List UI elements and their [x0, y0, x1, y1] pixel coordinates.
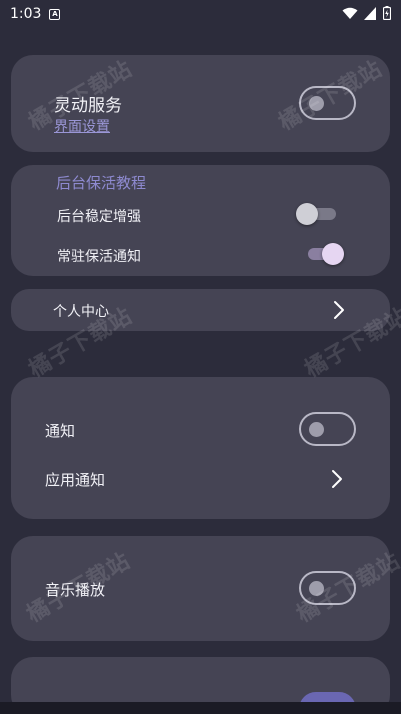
chevron-right-icon [334, 301, 344, 319]
background-enhance-switch[interactable] [296, 202, 340, 226]
navigation-bar [0, 702, 401, 714]
status-bar: 1:03 A [0, 0, 401, 28]
dynamic-service-card: 灵动服务 界面设置 [11, 55, 390, 152]
background-tutorial-title[interactable]: 后台保活教程 [56, 172, 146, 193]
notification-label: 通知 [45, 422, 76, 440]
dynamic-service-toggle[interactable] [299, 86, 356, 120]
switch-thumb [322, 243, 344, 265]
chevron-right-icon[interactable] [330, 468, 344, 490]
battery-icon [383, 6, 391, 20]
persistent-notification-switch[interactable] [304, 242, 344, 266]
status-time: 1:03 [10, 6, 42, 22]
dynamic-service-title: 灵动服务 [54, 96, 122, 116]
toggle-knob [309, 96, 324, 111]
background-keepalive-card: 后台保活教程 后台稳定增强 常驻保活通知 [11, 165, 390, 276]
music-playback-toggle[interactable] [299, 571, 356, 605]
notification-card: 通知 应用通知 [11, 377, 390, 519]
sim-badge: A [49, 8, 61, 20]
persistent-notification-label: 常驻保活通知 [57, 249, 141, 265]
background-enhance-label: 后台稳定增强 [57, 209, 141, 225]
toggle-knob [309, 422, 324, 437]
status-icons [342, 6, 391, 20]
music-playback-card: 音乐播放 [11, 536, 390, 641]
toggle-knob [309, 581, 324, 596]
app-notification-label[interactable]: 应用通知 [45, 469, 105, 490]
cellular-signal-icon [364, 6, 376, 20]
personal-center-label: 个人中心 [53, 304, 109, 320]
switch-thumb [296, 203, 318, 225]
notification-toggle[interactable] [299, 412, 356, 446]
personal-center-row[interactable]: 个人中心 [11, 289, 390, 331]
interface-settings-link[interactable]: 界面设置 [54, 116, 110, 136]
music-playback-label: 音乐播放 [45, 581, 106, 599]
wifi-icon [342, 7, 358, 19]
